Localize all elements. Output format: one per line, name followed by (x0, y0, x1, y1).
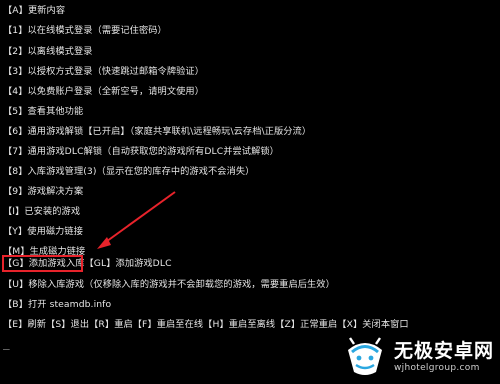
android-logo-icon (347, 337, 382, 375)
annotation-arrow-icon (97, 191, 176, 249)
watermark-url: wjhotelgroup.com (393, 362, 480, 373)
console-window: 【A】更新内容 【1】以在线模式登录（需要记住密码） 【2】以离线模式登录 【3… (0, 0, 500, 384)
watermark-title: 无极安卓网 (393, 339, 494, 362)
watermark: 无极安卓网 wjhotelgroup.com (342, 336, 494, 378)
